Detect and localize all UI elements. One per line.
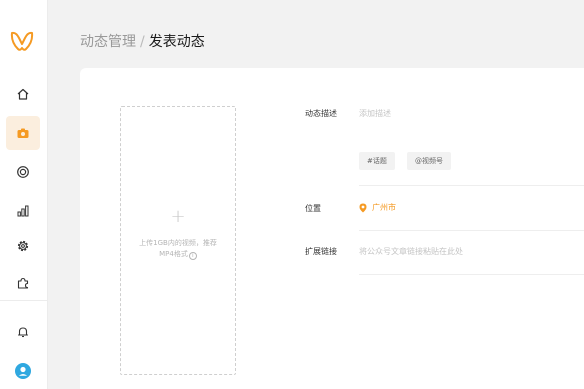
- upload-tip-line1: 上传1GB内的视频，推荐: [139, 239, 217, 247]
- divider: [359, 185, 584, 186]
- topic-tag-button[interactable]: #话题: [359, 152, 395, 170]
- location-pin-icon: [359, 203, 367, 212]
- location-value: 广州市: [372, 203, 396, 212]
- gear-icon: [17, 240, 29, 252]
- link-label: 扩展链接: [305, 247, 337, 256]
- sidebar-item-plugins[interactable]: [6, 266, 40, 300]
- sidebar: [0, 0, 48, 389]
- sidebar-divider: [0, 300, 48, 301]
- description-label: 动态描述: [305, 109, 337, 118]
- sidebar-item-notifications[interactable]: [6, 315, 40, 349]
- sidebar-item-home[interactable]: [6, 77, 40, 111]
- upload-tip-line2: MP4格式: [159, 250, 188, 258]
- sidebar-item-live[interactable]: [6, 155, 40, 189]
- sidebar-item-data[interactable]: [6, 194, 40, 228]
- sidebar-item-account[interactable]: [6, 354, 40, 388]
- circle-target-icon: [17, 166, 29, 178]
- sidebar-item-post[interactable]: [6, 116, 40, 150]
- page-title: 发表动态: [148, 34, 205, 50]
- location-label: 位置: [305, 204, 321, 213]
- user-avatar-icon: [15, 363, 31, 379]
- breadcrumb-separator: /: [140, 34, 145, 50]
- channel-mention-button[interactable]: @视频号: [407, 152, 451, 170]
- location-selector[interactable]: 广州市: [359, 202, 396, 213]
- bar-chart-icon: [17, 205, 29, 217]
- puzzle-icon: [17, 277, 29, 289]
- breadcrumb-parent[interactable]: 动态管理: [80, 34, 136, 50]
- upload-tip: 上传1GB内的视频，推荐 MP4格式 i: [129, 238, 227, 260]
- breadcrumb: 动态管理 / 发表动态: [80, 31, 205, 51]
- divider: [359, 230, 584, 231]
- camera-icon: [17, 128, 29, 138]
- description-input[interactable]: 添加描述: [359, 108, 391, 119]
- channels-logo-icon[interactable]: [10, 30, 34, 52]
- link-input[interactable]: 将公众号文章链接粘贴在此处: [359, 246, 463, 257]
- upload-plus-icon: +: [170, 206, 186, 227]
- home-icon: [17, 88, 29, 100]
- divider: [359, 274, 584, 275]
- info-icon[interactable]: i: [188, 252, 197, 260]
- video-upload-area[interactable]: + 上传1GB内的视频，推荐 MP4格式 i: [120, 106, 236, 375]
- sidebar-item-settings[interactable]: [6, 229, 40, 263]
- bell-icon: [17, 327, 29, 338]
